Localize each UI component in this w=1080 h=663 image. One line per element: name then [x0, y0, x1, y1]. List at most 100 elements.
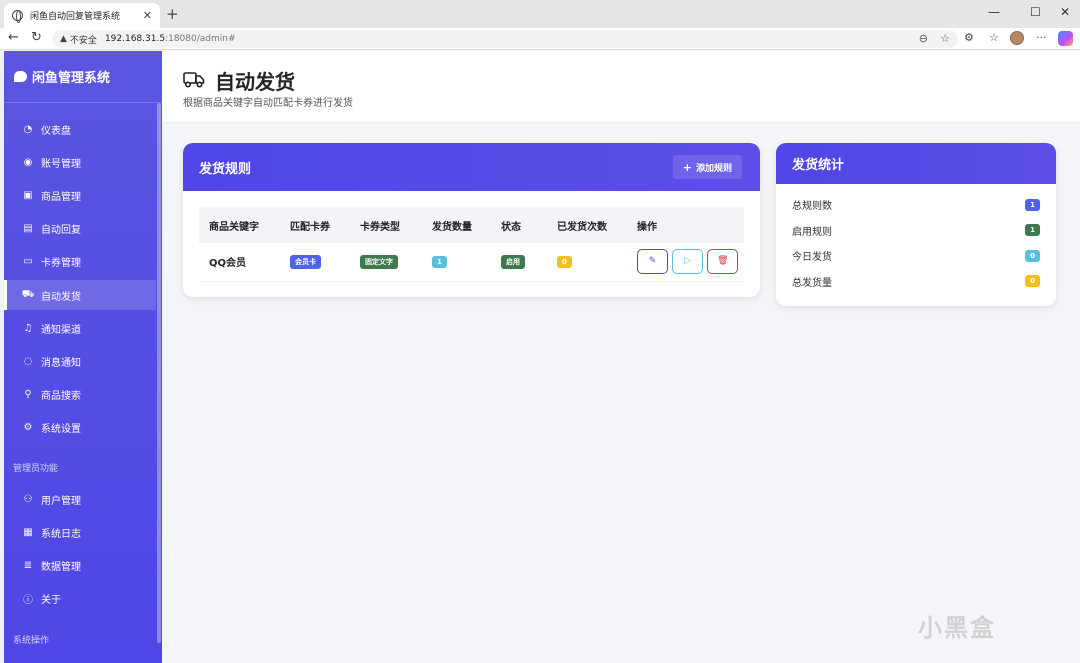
sidebar-item-label: 用户管理	[41, 495, 81, 507]
section-label-admin: 管理员功能	[13, 464, 59, 474]
sidebar-item-label: 商品管理	[41, 191, 81, 203]
keyword-cell: QQ会员	[199, 243, 280, 282]
divider	[4, 102, 162, 103]
status-cell: 启用	[491, 243, 547, 282]
page-title: 自动发货	[215, 70, 295, 94]
profile-avatar[interactable]	[1010, 31, 1024, 45]
sidebar-item-label: 数据管理	[41, 561, 81, 573]
column-header: 卡券类型	[350, 207, 422, 243]
minimize-icon[interactable]: —	[988, 5, 1000, 19]
message-icon: ◌	[23, 355, 33, 367]
quantity-cell: 1	[422, 243, 491, 282]
watermark: 小黑盒	[918, 614, 996, 642]
quantity-badge: 1	[432, 255, 447, 268]
stats-card: 发货统计 总规则数 1 启用规则 1 今日发货 0 总发货量 0	[776, 143, 1056, 306]
page-header: 自动发货 根据商品关键字自动匹配卡券进行发货	[162, 51, 1080, 123]
stats-list: 总规则数 1 启用规则 1 今日发货 0 总发货量 0	[776, 184, 1056, 294]
address-bar: ← ↻ ▲ 不安全 192.168.31.5 :18080/admin# ⊖ ☆…	[0, 28, 1080, 50]
truck-icon	[183, 72, 205, 88]
edit-button[interactable]: ✎	[637, 249, 668, 275]
play-icon: ▷	[684, 256, 692, 267]
plus-icon: +	[682, 160, 692, 174]
sidebar-item-settings[interactable]: ⚙ 系统设置	[4, 412, 156, 442]
sidebar-item-label: 账号管理	[41, 158, 81, 170]
reader-icon[interactable]: ⊖	[919, 32, 928, 45]
tab-title: 闲鱼自动回复管理系统	[30, 12, 121, 22]
sidebar-item-auto-delivery[interactable]: ⛟ 自动发货	[4, 280, 156, 310]
card-type-badge: 固定文字	[360, 254, 398, 269]
sidebar: 闲鱼管理系统 ◔ 仪表盘 ◉ 账号管理 ▣ 商品管理 ▤ 自动回复 ▭ 卡券管理…	[4, 51, 162, 663]
stat-value-badge: 0	[1025, 249, 1040, 262]
section-label-system: 系统操作	[13, 636, 50, 646]
bell-icon: ♫	[23, 322, 33, 334]
card-icon: ▭	[23, 255, 33, 267]
add-rule-label: 添加规则	[695, 163, 732, 174]
test-button[interactable]: ▷	[672, 249, 704, 275]
stat-row-total-rules: 总规则数 1	[792, 192, 1040, 218]
rules-card-title: 发货规则	[199, 161, 252, 177]
delete-button[interactable]: 🗑	[707, 249, 739, 275]
trash-icon: 🗑	[717, 256, 729, 267]
tab-close-icon[interactable]: ✕	[143, 9, 152, 22]
sidebar-item-label: 商品搜索	[41, 390, 81, 402]
browser-tab[interactable]: 闲鱼自动回复管理系统 ✕	[4, 3, 160, 28]
sidebar-item-dashboard[interactable]: ◔ 仪表盘	[4, 114, 156, 144]
sidebar-item-label: 自动回复	[41, 224, 81, 236]
box-icon: ▣	[23, 189, 33, 201]
gear-icon: ⚙	[23, 421, 33, 433]
sidebar-item-label: 自动发货	[41, 291, 81, 303]
sidebar-item-products[interactable]: ▣ 商品管理	[4, 180, 156, 210]
more-menu-icon[interactable]: ···	[1036, 31, 1047, 44]
user-circle-icon: ◉	[23, 156, 33, 168]
brand-title: 闲鱼管理系统	[32, 71, 111, 86]
database-icon: ≣	[23, 559, 33, 571]
search-icon: ⚲	[24, 388, 32, 400]
stat-row-today-delivery: 今日发货 0	[792, 243, 1040, 269]
users-icon: ⚇	[23, 493, 33, 505]
column-header: 发货数量	[422, 207, 491, 243]
card-cell: 会员卡	[280, 243, 350, 282]
delivered-badge: 0	[557, 255, 572, 268]
card-type-cell: 固定文字	[350, 243, 422, 282]
sidebar-scrollbar[interactable]	[157, 103, 161, 643]
truck-icon: ⛟	[21, 288, 35, 300]
sidebar-item-cards[interactable]: ▭ 卡券管理	[4, 246, 156, 276]
add-rule-button[interactable]: + 添加规则	[672, 155, 742, 179]
copilot-icon[interactable]	[1058, 31, 1073, 46]
extensions-icon[interactable]: ⚙	[964, 31, 974, 44]
sidebar-item-users[interactable]: ⚇ 用户管理	[4, 484, 156, 514]
table-header-row: 商品关键字 匹配卡券 卡券类型 发货数量 状态 已发货次数 操作	[199, 207, 744, 243]
sidebar-item-data[interactable]: ≣ 数据管理	[4, 550, 156, 580]
stat-label: 总规则数	[792, 201, 832, 213]
sidebar-item-logs[interactable]: ▦ 系统日志	[4, 517, 156, 547]
url-host: 192.168.31.5	[104, 34, 166, 44]
sidebar-item-label: 系统日志	[41, 528, 81, 540]
window-close-icon[interactable]: ✕	[1060, 5, 1070, 19]
sidebar-item-label: 消息通知	[41, 357, 81, 369]
stat-label: 启用规则	[792, 226, 832, 238]
rules-card-header: 发货规则 + 添加规则	[183, 143, 760, 191]
sidebar-item-about[interactable]: ⓘ 关于	[4, 583, 156, 613]
app: 闲鱼管理系统 ◔ 仪表盘 ◉ 账号管理 ▣ 商品管理 ▤ 自动回复 ▭ 卡券管理…	[4, 51, 1080, 663]
sidebar-item-search[interactable]: ⚲ 商品搜索	[4, 379, 156, 409]
brand: 闲鱼管理系统	[14, 67, 110, 86]
column-header: 已发货次数	[547, 207, 627, 243]
sidebar-item-label: 系统设置	[41, 423, 81, 435]
stat-label: 今日发货	[792, 252, 832, 264]
rules-table: 商品关键字 匹配卡券 卡券类型 发货数量 状态 已发货次数 操作 QQ会员 会员…	[199, 207, 744, 282]
sidebar-item-auto-reply[interactable]: ▤ 自动回复	[4, 213, 156, 243]
sidebar-item-label: 仪表盘	[41, 125, 71, 137]
back-icon[interactable]: ←	[8, 30, 19, 45]
sidebar-item-messages[interactable]: ◌ 消息通知	[4, 346, 156, 376]
page-subtitle: 根据商品关键字自动匹配卡券进行发货	[183, 98, 353, 109]
favorites-icon[interactable]: ☆	[989, 31, 999, 44]
status-badge: 启用	[501, 254, 525, 269]
new-tab-icon[interactable]: +	[166, 5, 179, 23]
reload-icon[interactable]: ↻	[31, 30, 42, 45]
sidebar-item-label: 通知渠道	[41, 324, 81, 336]
url-input[interactable]: ▲ 不安全 192.168.31.5 :18080/admin# ⊖ ☆	[52, 30, 958, 48]
sidebar-item-notify-channels[interactable]: ♫ 通知渠道	[4, 313, 156, 343]
maximize-icon[interactable]: ☐	[1030, 5, 1041, 19]
sidebar-item-accounts[interactable]: ◉ 账号管理	[4, 147, 156, 177]
favorite-star-icon[interactable]: ☆	[940, 32, 950, 45]
